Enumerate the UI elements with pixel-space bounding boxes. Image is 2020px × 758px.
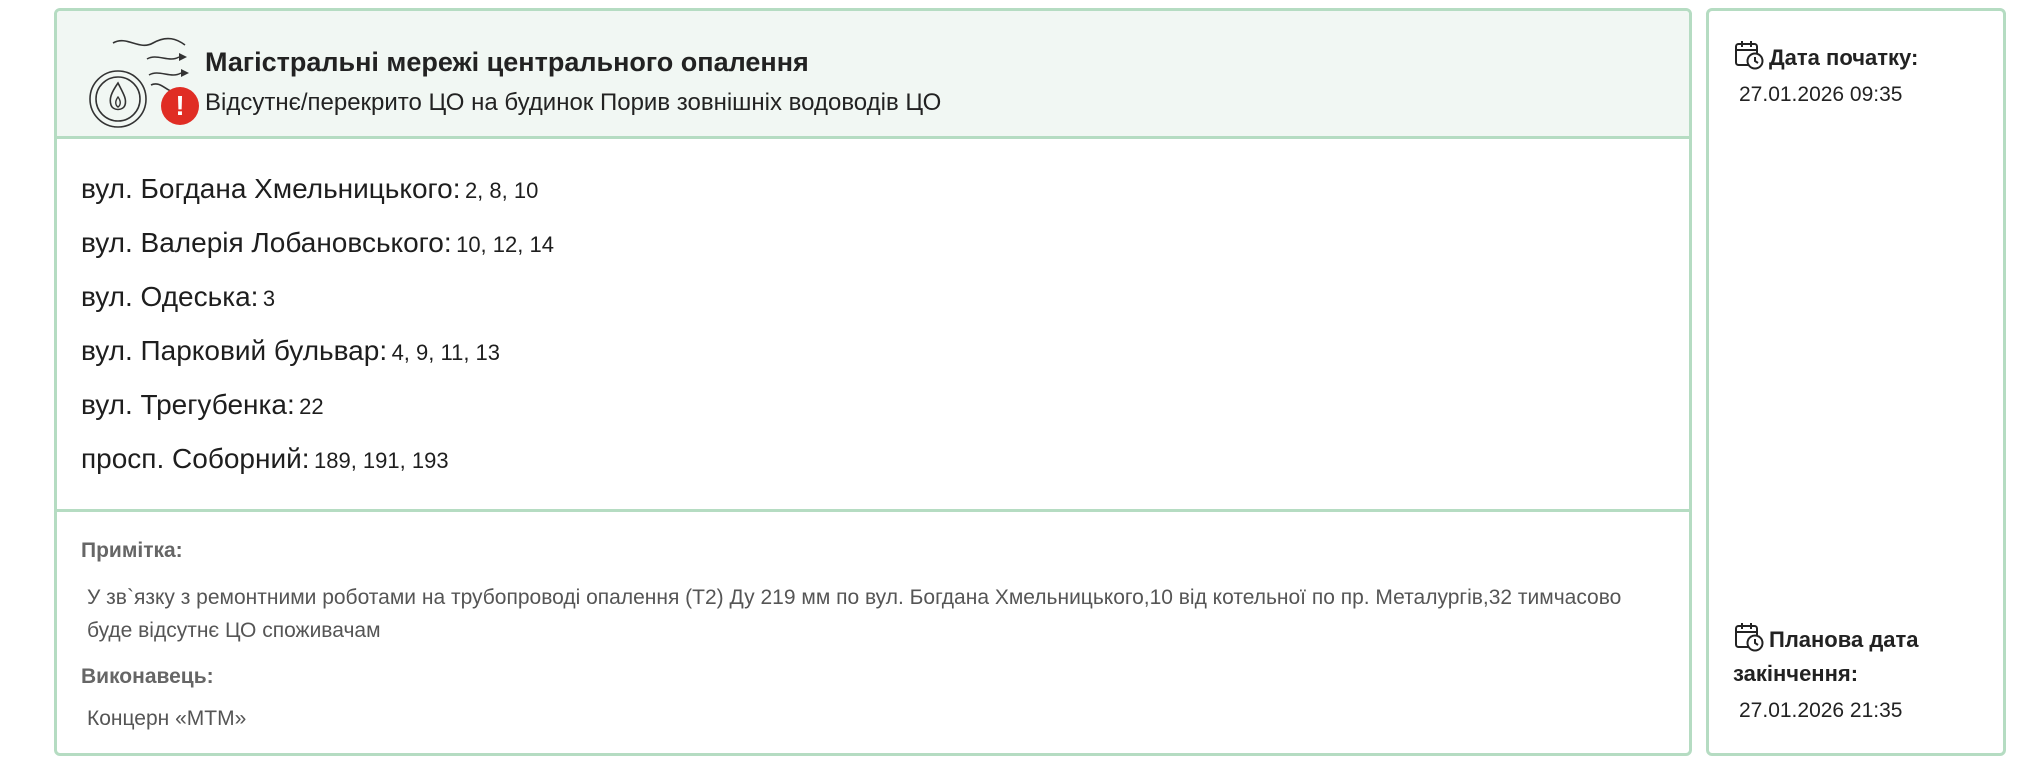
street-item: вул. Парковий бульвар: 4, 9, 11, 13 [81,335,554,389]
street-item: вул. Трегубенка: 22 [81,389,554,443]
dates-panel: Дата початку: 27.01.2026 09:35 Планова д… [1706,8,2006,756]
street-item: просп. Соборний: 189, 191, 193 [81,443,554,497]
outage-title: Магістральні мережі центрального опаленн… [205,47,809,77]
note-label: Примітка: [81,539,183,562]
outage-view: ! Магістральні мережі центрального опале… [0,0,2020,758]
outage-subtitle: Відсутнє/перекрито ЦО на будинок Порив з… [205,89,942,116]
outage-card: ! Магістральні мережі центрального опале… [54,8,1692,756]
street-houses: 189, 191, 193 [313,448,449,473]
street-houses: 10, 12, 14 [456,232,554,257]
contractor-value: Концерн «МТМ» [87,707,247,730]
exclamation-icon: ! [161,87,199,125]
street-name: вул. Одеська: [81,281,259,312]
street-item: вул. Богдана Хмельницького: 2, 8, 10 [81,173,554,227]
start-date-label: Дата початку: [1769,45,1919,70]
street-name: просп. Соборний: [81,443,310,474]
street-list: вул. Богдана Хмельницького: 2, 8, 10 вул… [81,173,554,497]
card-header: ! Магістральні мережі центрального опале… [57,11,1689,139]
street-name: вул. Трегубенка: [81,389,295,420]
street-houses: 3 [262,286,276,311]
section-divider [57,509,1689,512]
calendar-clock-icon [1733,39,1765,71]
end-date-value: 27.01.2026 21:35 [1739,699,1903,722]
start-date-value: 27.01.2026 09:35 [1739,83,1903,106]
street-houses: 4, 9, 11, 13 [391,340,501,365]
end-date-block: Планова дата закінчення: 27.01.2026 21:3… [1733,621,1993,723]
street-name: вул. Богдана Хмельницького: [81,173,461,204]
street-houses: 22 [299,394,324,419]
street-houses: 2, 8, 10 [464,178,539,203]
street-name: вул. Валерія Лобановського: [81,227,452,258]
street-item: вул. Валерія Лобановського: 10, 12, 14 [81,227,554,281]
contractor-label: Виконавець: [81,665,214,688]
note-text: У зв`язку з ремонтними роботами на трубо… [87,586,1622,642]
calendar-clock-icon [1733,621,1765,653]
start-date-block: Дата початку: 27.01.2026 09:35 [1733,39,1993,107]
street-name: вул. Парковий бульвар: [81,335,388,366]
street-item: вул. Одеська: 3 [81,281,554,335]
